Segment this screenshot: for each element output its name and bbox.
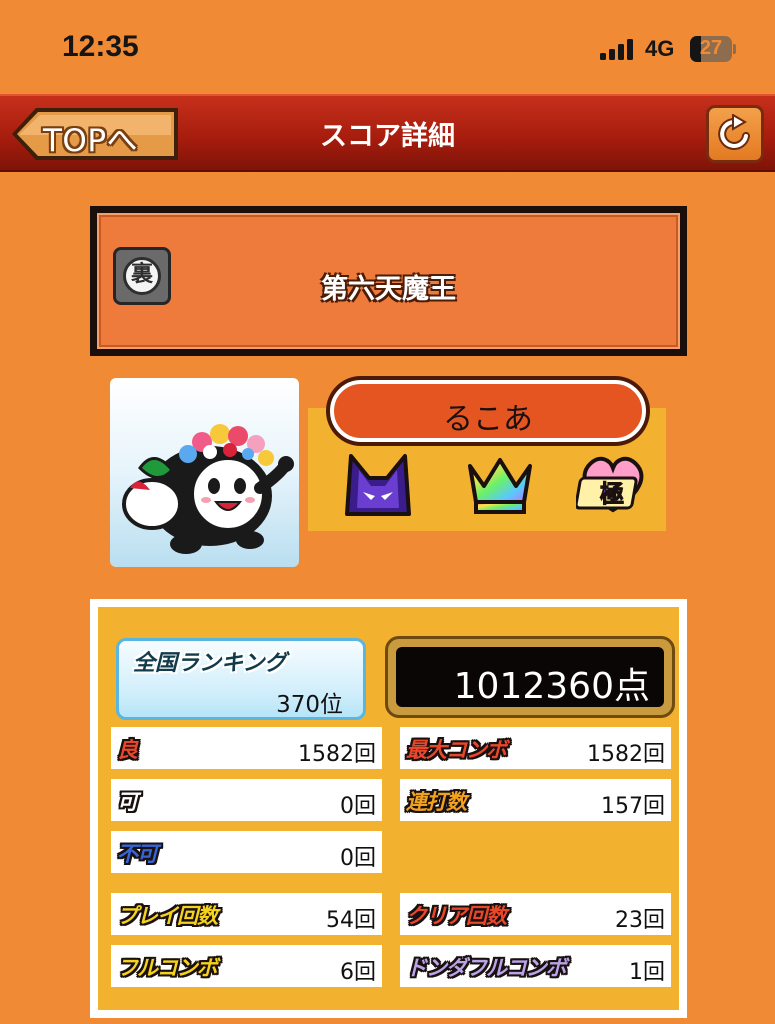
result-panel: 全国ランキング 370位 1012360点 良 1582回 可 0回 不可 0回… <box>90 599 687 1018</box>
ranking-value: 370位 <box>276 692 343 718</box>
stat-label: ドンダフルコンボ <box>406 956 567 980</box>
signal-icon <box>600 38 638 60</box>
battery-level: 27 <box>699 37 723 59</box>
song-box: 裏 第六天魔王 <box>90 206 687 356</box>
player-name-pill: るこあ <box>330 380 646 442</box>
score-box: 1012360点 <box>385 636 675 718</box>
stat-value: 157回 <box>601 794 665 819</box>
player-name: るこあ <box>443 402 533 437</box>
stat-row-max-combo: 最大コンボ 1582回 <box>400 727 671 769</box>
stat-value: 0回 <box>340 794 376 819</box>
stat-value: 1582回 <box>298 742 376 767</box>
stat-label: フルコンボ <box>117 956 218 980</box>
ranking-label: 全国ランキング <box>133 651 287 676</box>
stat-label: 不可 <box>117 842 158 866</box>
avatar <box>110 378 299 567</box>
stat-label: 良 <box>117 738 138 762</box>
score-value: 1012360点 <box>453 666 650 707</box>
header-bar: TOPへ スコア詳細 <box>0 94 775 172</box>
stat-label: プレイ回数 <box>117 904 218 928</box>
status-bar: 12:35 4G 27 <box>0 0 775 94</box>
stat-value: 23回 <box>615 908 665 933</box>
svg-text:極: 極 <box>600 480 624 508</box>
stat-row-full-combo: フルコンボ 6回 <box>111 945 382 987</box>
kiwami-icon: 極 <box>576 456 644 513</box>
status-time: 12:35 <box>62 30 139 63</box>
stat-value: 54回 <box>326 908 376 933</box>
battery-icon: 27 <box>690 36 736 62</box>
national-ranking-button[interactable]: 全国ランキング 370位 <box>116 638 366 720</box>
stat-row-donderful-combo: ドンダフルコンボ 1回 <box>400 945 671 987</box>
stat-label: 連打数 <box>406 790 467 814</box>
stat-row-clear-count: クリア回数 23回 <box>400 893 671 935</box>
stat-row-drumroll: 連打数 157回 <box>400 779 671 821</box>
devil-rank-icon <box>345 454 411 516</box>
stat-label: クリア回数 <box>406 904 507 928</box>
stat-row-ok: 可 0回 <box>111 779 382 821</box>
stat-row-play-count: プレイ回数 54回 <box>111 893 382 935</box>
stat-value: 6回 <box>340 960 376 985</box>
stat-row-bad: 不可 0回 <box>111 831 382 873</box>
song-title: 第六天魔王 <box>321 274 456 305</box>
network-label: 4G <box>645 36 675 61</box>
page-title: スコア詳細 <box>320 121 455 152</box>
refresh-icon <box>718 114 750 150</box>
refresh-button[interactable] <box>706 105 764 163</box>
stat-value: 1582回 <box>587 742 665 767</box>
stat-row-good: 良 1582回 <box>111 727 382 769</box>
rainbow-crown-icon <box>468 458 532 514</box>
stat-label: 可 <box>117 790 138 814</box>
don-chan-avatar <box>122 424 294 554</box>
stat-value: 0回 <box>340 846 376 871</box>
stat-value: 1回 <box>629 960 665 985</box>
stat-label: 最大コンボ <box>406 738 507 762</box>
